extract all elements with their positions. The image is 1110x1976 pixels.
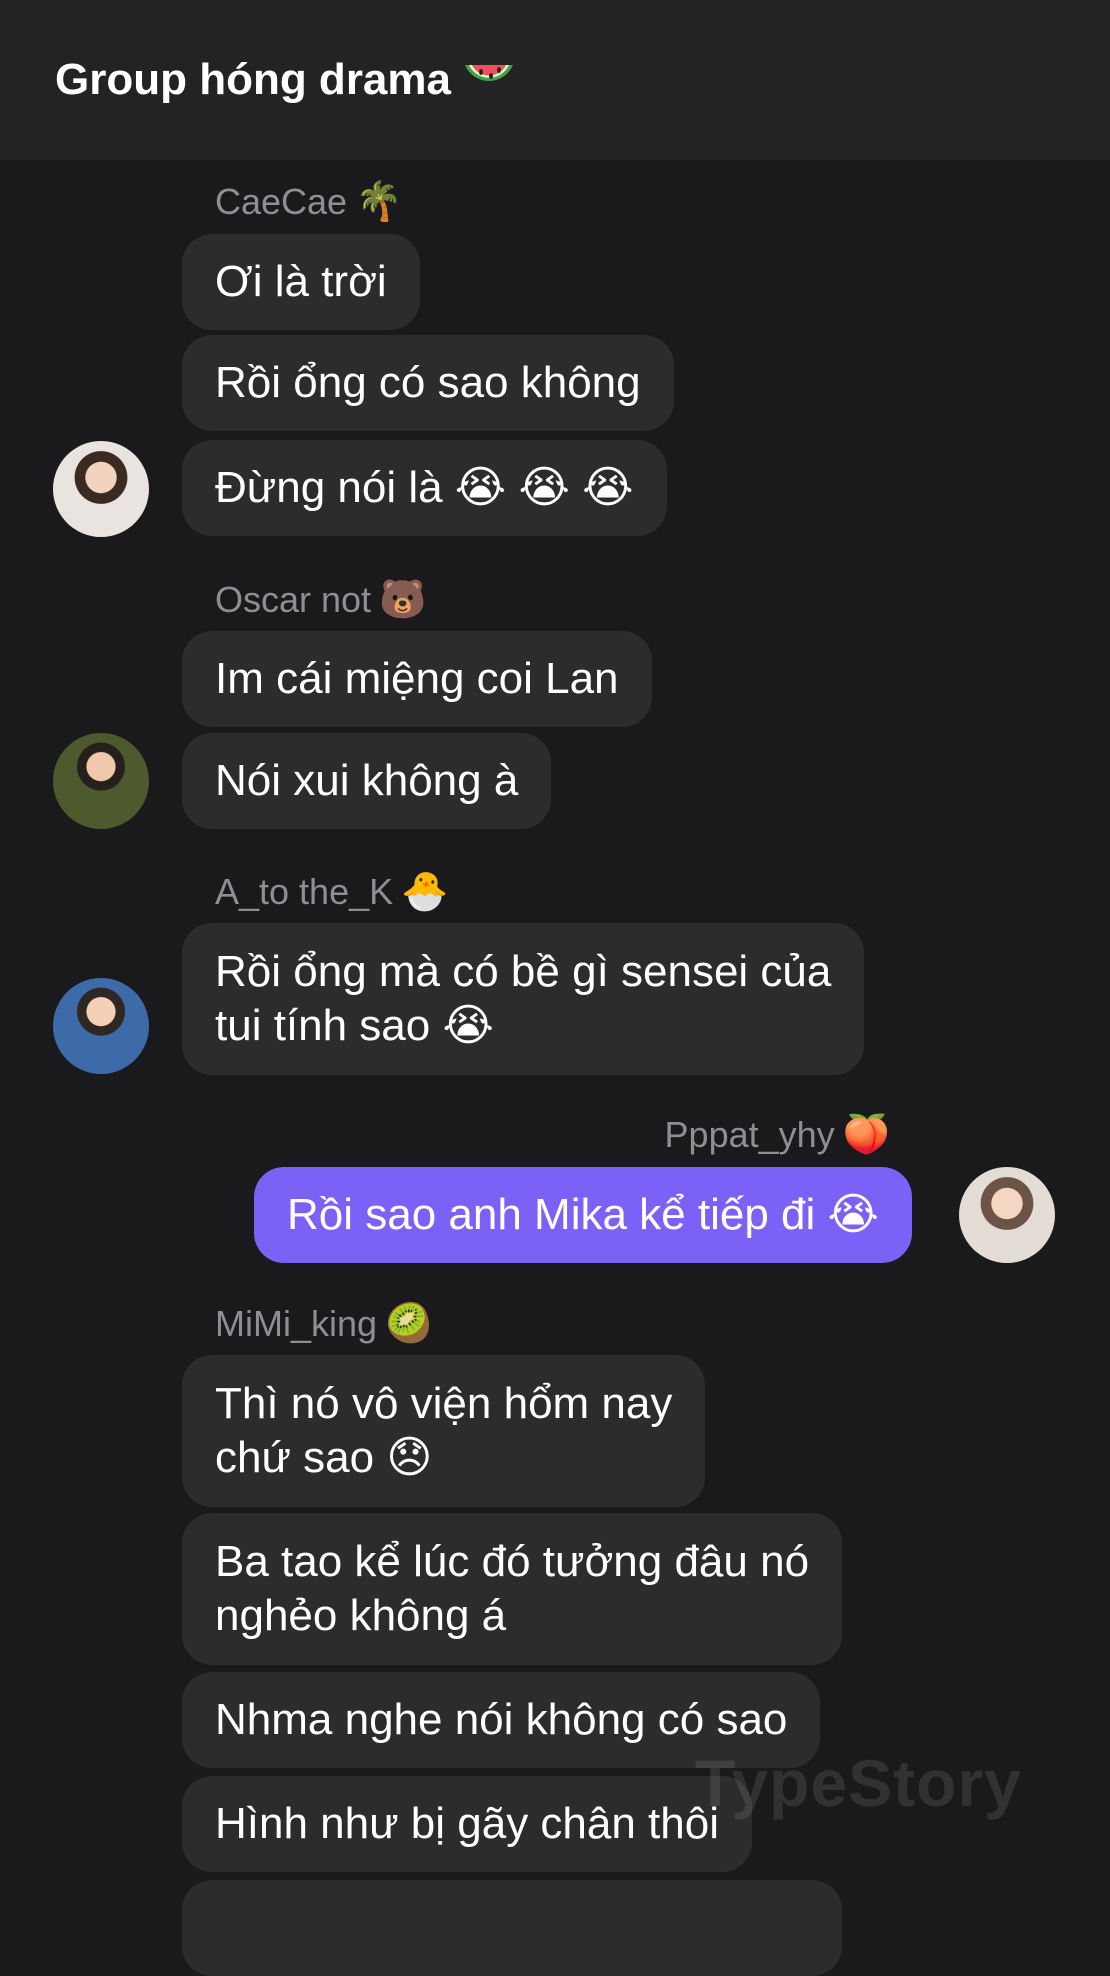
message-bubble[interactable]: Nói xui không à: [182, 733, 552, 829]
message-bubble[interactable]: Hình như bị gãy chân thôi: [182, 1776, 753, 1872]
chat-header: Group hóng drama: [0, 0, 1110, 160]
message-bubble[interactable]: Thì nó vô viện hổm nay chứ sao 😞: [182, 1355, 706, 1507]
message-bubble-mine[interactable]: Rồi sao anh Mika kể tiếp đi 😭: [254, 1167, 912, 1263]
message-list[interactable]: CaeCae 🌴 Ơi là trời Rồi ổng có sao không…: [0, 160, 1110, 1976]
palm-tree-icon: 🌴: [355, 181, 403, 223]
kiwi-icon: 🥝: [385, 1303, 433, 1345]
message-bubble[interactable]: Im cái miệng coi Lan: [182, 631, 652, 727]
message-bubble[interactable]: Ba tao kể lúc đó tưởng đâu nó nghẻo khôn…: [182, 1513, 843, 1665]
message-bubble[interactable]: Rồi ổng có sao không: [182, 335, 674, 431]
sender-name: MiMi_king 🥝: [215, 1303, 433, 1345]
avatar[interactable]: [53, 733, 149, 829]
hatching-chick-icon: 🐣: [401, 871, 449, 913]
group-title[interactable]: Group hóng drama: [55, 55, 517, 105]
avatar[interactable]: [959, 1167, 1055, 1263]
sender-name: Oscar not 🐻: [215, 579, 427, 621]
bear-icon: 🐻: [379, 579, 427, 621]
watermark: TypeStory: [695, 1746, 1022, 1820]
message-bubble[interactable]: Rồi ổng mà có bề gì sensei của tui tính …: [182, 923, 865, 1075]
sender-name: CaeCae 🌴: [215, 181, 403, 223]
avatar[interactable]: [53, 978, 149, 1074]
sender-name: A_to the_K 🐣: [215, 871, 449, 913]
peach-icon: 🍑: [842, 1114, 890, 1156]
watermelon-icon: [465, 65, 513, 81]
message-bubble[interactable]: Đừng nói là 😭 😭 😭: [182, 440, 667, 536]
message-bubble[interactable]: Ơi là trời: [182, 234, 420, 330]
group-title-text: Group hóng drama: [55, 55, 451, 104]
sender-name: Pppat_yhy 🍑: [664, 1114, 890, 1156]
message-bubble-partial[interactable]: [182, 1880, 842, 1976]
avatar[interactable]: [53, 441, 149, 537]
